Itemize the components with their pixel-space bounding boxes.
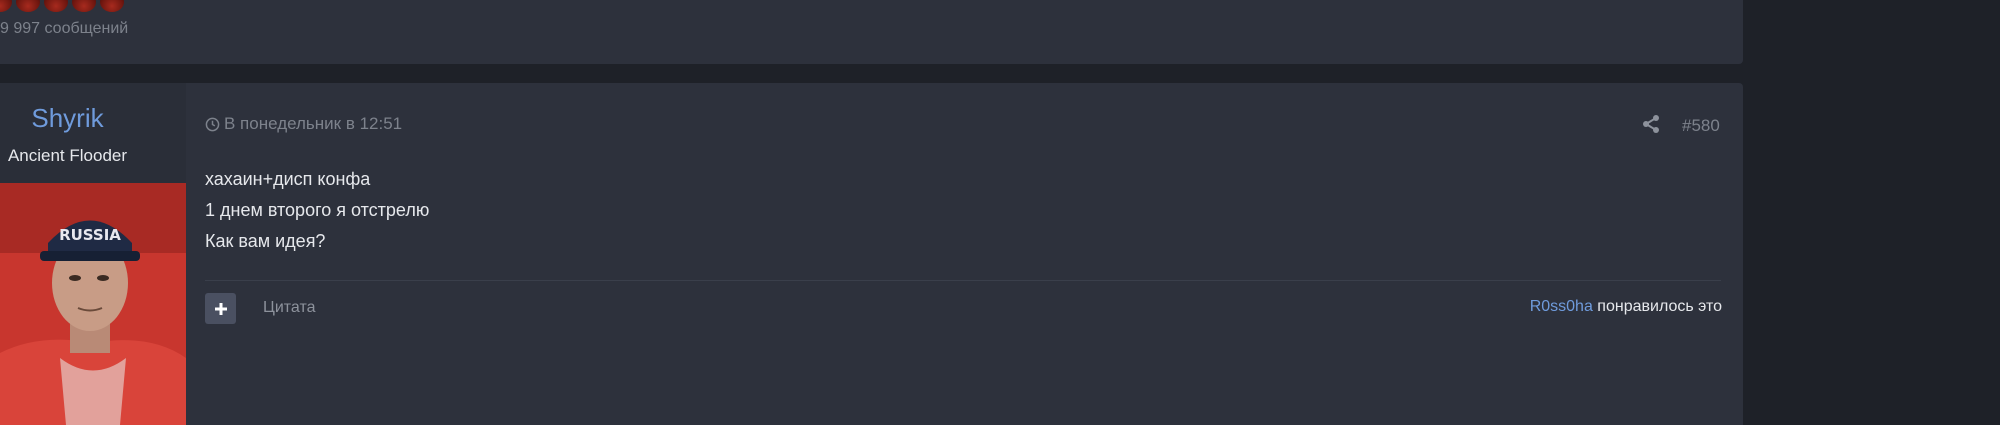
likes-summary: R0ss0ha понравилось это (1530, 298, 1722, 316)
forum-post: Shyrik Ancient Flooder RUSSIA В понедель… (0, 83, 1743, 425)
post-author-panel: Shyrik Ancient Flooder RUSSIA (0, 83, 186, 425)
likes-suffix: понравилось это (1592, 298, 1722, 315)
reputation-orb-icon (72, 0, 96, 12)
author-name-link[interactable]: Shyrik (0, 103, 135, 134)
previous-post-card: 9 997 сообщений (0, 0, 1743, 64)
svg-text:RUSSIA: RUSSIA (59, 226, 121, 244)
clock-icon (205, 117, 220, 131)
post-body-line: хахаин+дисп конфа (205, 169, 371, 189)
post-body-line: 1 днем второго я отстрелю (205, 200, 430, 220)
post-number-link[interactable]: #580 (1682, 116, 1720, 136)
post-body: хахаин+дисп конфа 1 днем второго я отстр… (205, 164, 429, 257)
reputation-orb-icon (44, 0, 68, 12)
page: 9 997 сообщений Shyrik Ancient Flooder R… (0, 0, 2000, 425)
reputation-orb-icon (100, 0, 124, 12)
reputation-badges (0, 0, 124, 12)
post-date-link[interactable]: В понедельник в 12:51 (205, 114, 402, 134)
author-rank-title: Ancient Flooder (7, 146, 128, 165)
liker-link[interactable]: R0ss0ha (1530, 298, 1593, 315)
author-message-count: 9 997 сообщений (0, 20, 129, 37)
multiquote-button[interactable] (205, 293, 236, 324)
post-footer-divider (205, 280, 1721, 281)
reputation-orb-icon (0, 0, 12, 12)
post-body-line: Как вам идея? (205, 231, 326, 251)
avatar-image: RUSSIA (0, 183, 186, 425)
share-icon-graphic (1643, 115, 1659, 133)
post-date-text: В понедельник в 12:51 (224, 114, 403, 133)
share-icon[interactable] (1641, 114, 1661, 134)
quote-button[interactable]: Цитата (263, 299, 316, 317)
reputation-orb-icon (16, 0, 40, 12)
avatar[interactable]: RUSSIA (0, 183, 186, 425)
plus-icon (214, 302, 227, 315)
